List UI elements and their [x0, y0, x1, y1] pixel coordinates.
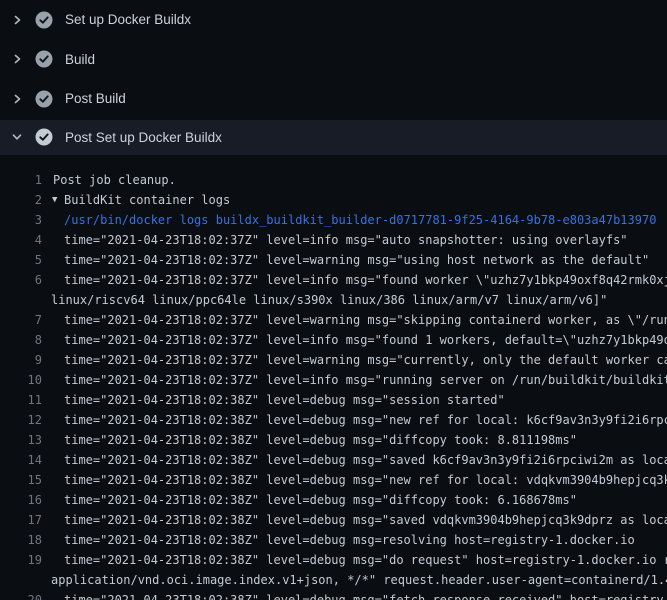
chevron-down-icon — [11, 131, 23, 143]
log-text: time="2021-04-23T18:02:38Z" level=debug … — [64, 470, 667, 490]
chevron-right-icon — [11, 14, 23, 26]
line-number[interactable]: 11 — [0, 390, 42, 410]
log-line-continuation: application/vnd.oci.image.index.v1+json,… — [0, 570, 667, 590]
log-text: time="2021-04-23T18:02:38Z" level=debug … — [64, 410, 667, 430]
log-line: 11 time="2021-04-23T18:02:38Z" level=debu… — [0, 390, 667, 410]
log-line: 16 time="2021-04-23T18:02:38Z" level=debu… — [0, 490, 667, 510]
check-circle-icon — [35, 90, 53, 108]
log-line: 3/usr/bin/docker logs buildx_buildkit_bu… — [0, 210, 667, 230]
step-label: Set up Docker Buildx — [65, 12, 191, 27]
line-number[interactable]: 7 — [0, 310, 42, 330]
log-text: time="2021-04-23T18:02:38Z" level=debug … — [64, 590, 667, 600]
log-text: time="2021-04-23T18:02:37Z" level=info m… — [64, 270, 667, 290]
log-text: BuildKit container logs — [64, 190, 230, 210]
log-text: time="2021-04-23T18:02:38Z" level=debug … — [64, 550, 667, 570]
log-text: time="2021-04-23T18:02:38Z" level=debug … — [64, 530, 635, 550]
actions-log-viewer: Set up Docker Buildx Build Post Build — [0, 0, 667, 600]
check-circle-icon — [35, 11, 53, 29]
log-line-continuation: linux/riscv64 linux/ppc64le linux/s390x … — [0, 290, 667, 310]
log-line: 15 time="2021-04-23T18:02:38Z" level=debu… — [0, 470, 667, 490]
line-number[interactable]: 15 — [0, 470, 42, 490]
line-number[interactable]: 14 — [0, 450, 42, 470]
log-line: 20 time="2021-04-23T18:02:38Z" level=debu… — [0, 590, 667, 600]
log-text: time="2021-04-23T18:02:38Z" level=debug … — [64, 490, 577, 510]
line-number[interactable]: 6 — [0, 270, 42, 290]
step-header-post-setup-docker-buildx[interactable]: Post Set up Docker Buildx — [0, 120, 667, 155]
log-line: 12 time="2021-04-23T18:02:38Z" level=debu… — [0, 410, 667, 430]
log-line: 13 time="2021-04-23T18:02:38Z" level=debu… — [0, 430, 667, 450]
log-text: time="2021-04-23T18:02:38Z" level=debug … — [64, 450, 667, 470]
log-line: 14 time="2021-04-23T18:02:38Z" level=debu… — [0, 450, 667, 470]
line-number[interactable]: 13 — [0, 430, 42, 450]
log-text: time="2021-04-23T18:02:37Z" level=warnin… — [64, 350, 667, 370]
line-number[interactable]: 10 — [0, 370, 42, 390]
chevron-right-icon — [11, 53, 23, 65]
log-text: linux/riscv64 linux/ppc64le linux/s390x … — [51, 290, 607, 310]
log-text: time="2021-04-23T18:02:37Z" level=info m… — [64, 230, 628, 250]
log-line: 8 time="2021-04-23T18:02:37Z" level=info … — [0, 330, 667, 350]
log-text: Post job cleanup. — [53, 170, 176, 190]
step-label: Build — [65, 52, 95, 67]
line-number[interactable]: 20 — [0, 590, 42, 600]
group-collapse-toggle-icon[interactable]: ▼ — [52, 190, 57, 210]
log-line: 2 ▼ BuildKit container logs — [0, 190, 667, 210]
log-text: application/vnd.oci.image.index.v1+json,… — [51, 570, 667, 590]
line-number[interactable]: 17 — [0, 510, 42, 530]
line-number[interactable]: 9 — [0, 350, 42, 370]
line-number[interactable]: 1 — [0, 170, 42, 190]
log-line: 1 Post job cleanup. — [0, 170, 667, 190]
step-header-setup-docker-buildx[interactable]: Set up Docker Buildx — [0, 0, 667, 40]
log-text: time="2021-04-23T18:02:37Z" level=info m… — [64, 330, 667, 350]
log-line: 18 time="2021-04-23T18:02:38Z" level=debu… — [0, 530, 667, 550]
step-label: Post Build — [65, 91, 126, 106]
log-line: 17 time="2021-04-23T18:02:38Z" level=debu… — [0, 510, 667, 530]
log-text: time="2021-04-23T18:02:38Z" level=debug … — [64, 390, 505, 410]
step-label: Post Set up Docker Buildx — [65, 130, 222, 145]
chevron-right-icon — [11, 93, 23, 105]
log-line: 10 time="2021-04-23T18:02:37Z" level=info… — [0, 370, 667, 390]
line-number[interactable]: 16 — [0, 490, 42, 510]
log-text: time="2021-04-23T18:02:37Z" level=info m… — [64, 370, 667, 390]
log-line: 5 time="2021-04-23T18:02:37Z" level=warni… — [0, 250, 667, 270]
log-text: time="2021-04-23T18:02:38Z" level=debug … — [64, 510, 667, 530]
check-circle-icon — [35, 50, 53, 68]
line-number[interactable]: 3 — [0, 210, 42, 230]
log-line: 4 time="2021-04-23T18:02:37Z" level=info … — [0, 230, 667, 250]
line-number[interactable]: 4 — [0, 230, 42, 250]
line-number[interactable]: 12 — [0, 410, 42, 430]
log-line: 7 time="2021-04-23T18:02:37Z" level=warni… — [0, 310, 667, 330]
line-number[interactable]: 19 — [0, 550, 42, 570]
log-area: 1 Post job cleanup. 2 ▼ BuildKit container l… — [0, 155, 667, 600]
log-text: time="2021-04-23T18:02:37Z" level=warnin… — [64, 250, 649, 270]
log-line: 19 time="2021-04-23T18:02:38Z" level=debu… — [0, 550, 667, 570]
log-text: time="2021-04-23T18:02:38Z" level=debug … — [64, 430, 577, 450]
log-line: 9 time="2021-04-23T18:02:37Z" level=warni… — [0, 350, 667, 370]
step-header-build[interactable]: Build — [0, 40, 667, 80]
line-number[interactable]: 18 — [0, 530, 42, 550]
log-text: time="2021-04-23T18:02:37Z" level=warnin… — [64, 310, 667, 330]
line-number[interactable]: 5 — [0, 250, 42, 270]
log-line: 6 time="2021-04-23T18:02:37Z" level=info … — [0, 270, 667, 290]
line-number[interactable]: 2 — [0, 190, 42, 210]
step-list: Set up Docker Buildx Build Post Build — [0, 0, 667, 155]
step-header-post-build[interactable]: Post Build — [0, 79, 667, 119]
check-circle-icon — [35, 128, 53, 146]
log-command-text: /usr/bin/docker logs buildx_buildkit_bui… — [64, 210, 656, 230]
line-number[interactable]: 8 — [0, 330, 42, 350]
